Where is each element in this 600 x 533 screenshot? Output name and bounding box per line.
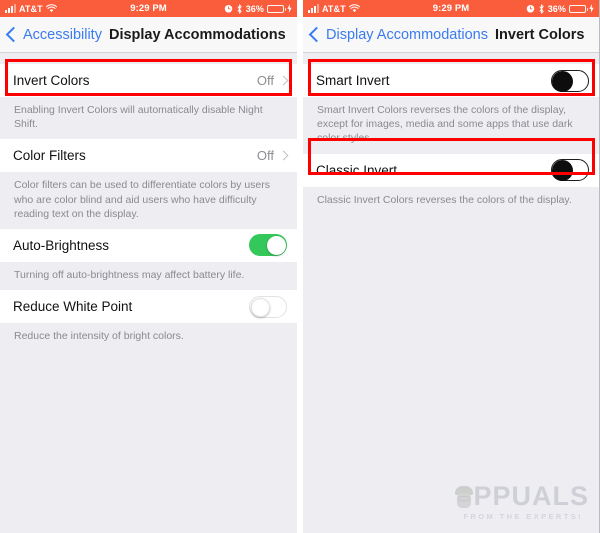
settings-row-reduce-white-point[interactable]: Reduce White Point — [0, 290, 297, 324]
toggle-reduce-white-point[interactable] — [249, 295, 287, 318]
settings-list-left: Invert Colors Off Enabling Invert Colors… — [0, 53, 297, 533]
page-title-left: Display Accommodations — [108, 26, 286, 43]
row-label: Reduce White Point — [13, 299, 133, 315]
bluetooth-icon — [539, 3, 544, 14]
settings-row-classic-invert[interactable]: Classic Invert — [303, 153, 599, 187]
signal-bars-icon — [308, 4, 319, 13]
row-label: Auto-Brightness — [13, 237, 110, 253]
bluetooth-icon — [237, 3, 242, 14]
right-phone-panel: AT&T 9:29 PM 36% Display Accommodations … — [303, 0, 600, 533]
alarm-clock-icon — [526, 5, 534, 13]
toggle-auto-brightness[interactable] — [249, 234, 287, 257]
chevron-left-icon — [5, 26, 22, 43]
back-button-display-accommodations[interactable]: Display Accommodations — [308, 26, 488, 43]
page-title-right: Invert Colors — [495, 26, 585, 43]
footnote-classic-invert: Classic Invert Colors reverses the color… — [303, 186, 599, 215]
status-bar-left: AT&T 9:29 PM 36% — [0, 0, 297, 17]
signal-bars-icon — [5, 4, 16, 13]
settings-row-smart-invert[interactable]: Smart Invert — [303, 64, 599, 97]
appuals-mascot-icon — [454, 485, 475, 509]
row-label: Classic Invert — [316, 162, 398, 178]
row-label: Color Filters — [13, 148, 86, 164]
charging-bolt-icon — [287, 4, 292, 13]
chevron-left-icon — [308, 26, 325, 43]
row-value: Off — [256, 148, 274, 164]
footnote-invert-colors: Enabling Invert Colors will automaticall… — [0, 97, 297, 140]
row-label: Smart Invert — [316, 73, 390, 88]
charging-bolt-icon — [589, 4, 594, 13]
row-accessory: Off — [256, 73, 289, 88]
chevron-right-icon — [278, 150, 289, 161]
chevron-right-icon — [278, 75, 289, 86]
back-button-accessibility[interactable]: Accessibility — [5, 26, 102, 43]
battery-percent-label: 36% — [245, 3, 265, 14]
row-accessory: Off — [256, 148, 289, 164]
list-top-spacer — [303, 53, 599, 64]
battery-percent-label: 36% — [547, 3, 567, 14]
clock-label: 9:29 PM — [130, 3, 167, 14]
carrier-label: AT&T — [322, 3, 346, 14]
carrier-label: AT&T — [19, 3, 43, 14]
nav-bar-left: Accessibility Display Accommodations — [0, 17, 297, 53]
watermark-brand-label: PPUALS — [473, 481, 589, 511]
settings-row-auto-brightness[interactable]: Auto-Brightness — [0, 228, 297, 262]
alarm-clock-icon — [224, 5, 232, 13]
battery-icon — [267, 4, 287, 13]
battery-icon — [569, 4, 589, 13]
toggle-classic-invert[interactable] — [551, 159, 589, 182]
list-top-spacer — [0, 53, 297, 64]
settings-row-color-filters[interactable]: Color Filters Off — [0, 139, 297, 173]
row-value: Off — [256, 73, 274, 88]
appuals-watermark: PPUALS FROM THE EXPERTS! — [454, 481, 589, 521]
settings-row-invert-colors[interactable]: Invert Colors Off — [0, 64, 297, 97]
nav-bar-right: Display Accommodations Invert Colors — [303, 17, 599, 53]
footnote-color-filters: Color filters can be used to differentia… — [0, 172, 297, 229]
footnote-auto-brightness: Turning off auto-brightness may affect b… — [0, 261, 297, 291]
wifi-icon — [348, 4, 360, 13]
status-bar-right: AT&T 9:29 PM 36% — [303, 0, 599, 17]
back-button-label: Display Accommodations — [326, 26, 488, 43]
status-bar-right-group: 36% — [469, 4, 594, 14]
screenshot-root: AT&T 9:29 PM 36% Accessibility Display A… — [0, 0, 600, 533]
back-button-label: Accessibility — [23, 26, 102, 43]
left-phone-panel: AT&T 9:29 PM 36% Accessibility Display A… — [0, 0, 297, 533]
toggle-smart-invert[interactable] — [551, 69, 589, 92]
footnote-smart-invert: Smart Invert Colors reverses the colors … — [303, 97, 599, 154]
watermark-brand: PPUALS — [454, 481, 589, 511]
status-bar-right-group: 36% — [167, 4, 292, 14]
watermark-tagline: FROM THE EXPERTS! — [463, 512, 584, 521]
status-bar-left-group: AT&T — [308, 4, 433, 14]
wifi-icon — [45, 4, 57, 13]
row-label: Invert Colors — [13, 73, 90, 88]
status-bar-left-group: AT&T — [5, 4, 130, 14]
clock-label: 9:29 PM — [432, 3, 470, 14]
footnote-reduce-white-point: Reduce the intensity of bright colors. — [0, 323, 297, 352]
settings-list-right: Smart Invert Smart Invert Colors reverse… — [303, 53, 599, 533]
